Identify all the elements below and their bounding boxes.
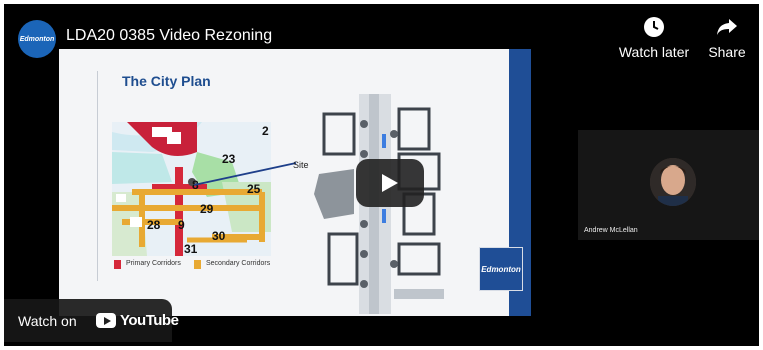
youtube-wordmark: YouTube — [120, 312, 179, 329]
watch-on-youtube-button[interactable]: Watch on YouTube — [4, 299, 179, 342]
legend-label-primary: Primary Corridors — [126, 260, 181, 267]
presenter-face — [650, 158, 696, 206]
share-button[interactable]: Share — [704, 16, 750, 60]
presentation-slide: The City Plan 2 23 25 29 28 9 30 31 Site… — [59, 49, 531, 316]
site-label: Site — [293, 160, 309, 170]
slide-divider — [97, 71, 98, 281]
channel-avatar[interactable]: Edmonton — [18, 20, 56, 58]
presenter-name: Andrew McLellan — [584, 227, 638, 234]
site-pointer-line — [193, 162, 297, 186]
map-number: 29 — [200, 202, 214, 216]
legend-swatch-primary — [114, 260, 121, 269]
video-title[interactable]: LDA20 0385 Video Rezoning — [66, 27, 272, 45]
map-number: 2 — [262, 124, 269, 138]
legend-swatch-secondary — [194, 260, 201, 269]
watch-on-label: Watch on — [18, 313, 77, 329]
watch-later-button[interactable]: Watch later — [614, 16, 694, 60]
presenter-webcam: Andrew McLellan — [578, 130, 759, 240]
map-number: 9 — [178, 218, 185, 232]
clock-icon — [644, 17, 664, 37]
youtube-play-glyph — [104, 317, 111, 325]
map-number: 30 — [212, 229, 226, 243]
share-arrow-icon — [717, 19, 737, 35]
slide-edmonton-logo: Edmonton — [479, 247, 523, 291]
watch-later-label: Watch later — [618, 44, 690, 60]
city-plan-map: 2 23 8 25 29 28 9 30 31 — [112, 122, 271, 256]
map-number: 31 — [184, 242, 198, 256]
share-label: Share — [708, 44, 746, 60]
legend-label-secondary: Secondary Corridors — [206, 260, 271, 267]
slide-title: The City Plan — [122, 73, 211, 89]
video-player[interactable]: The City Plan 2 23 25 29 28 9 30 31 Site… — [4, 4, 759, 346]
map-number: 28 — [147, 218, 161, 232]
play-button[interactable] — [356, 159, 424, 207]
play-icon — [382, 174, 398, 192]
